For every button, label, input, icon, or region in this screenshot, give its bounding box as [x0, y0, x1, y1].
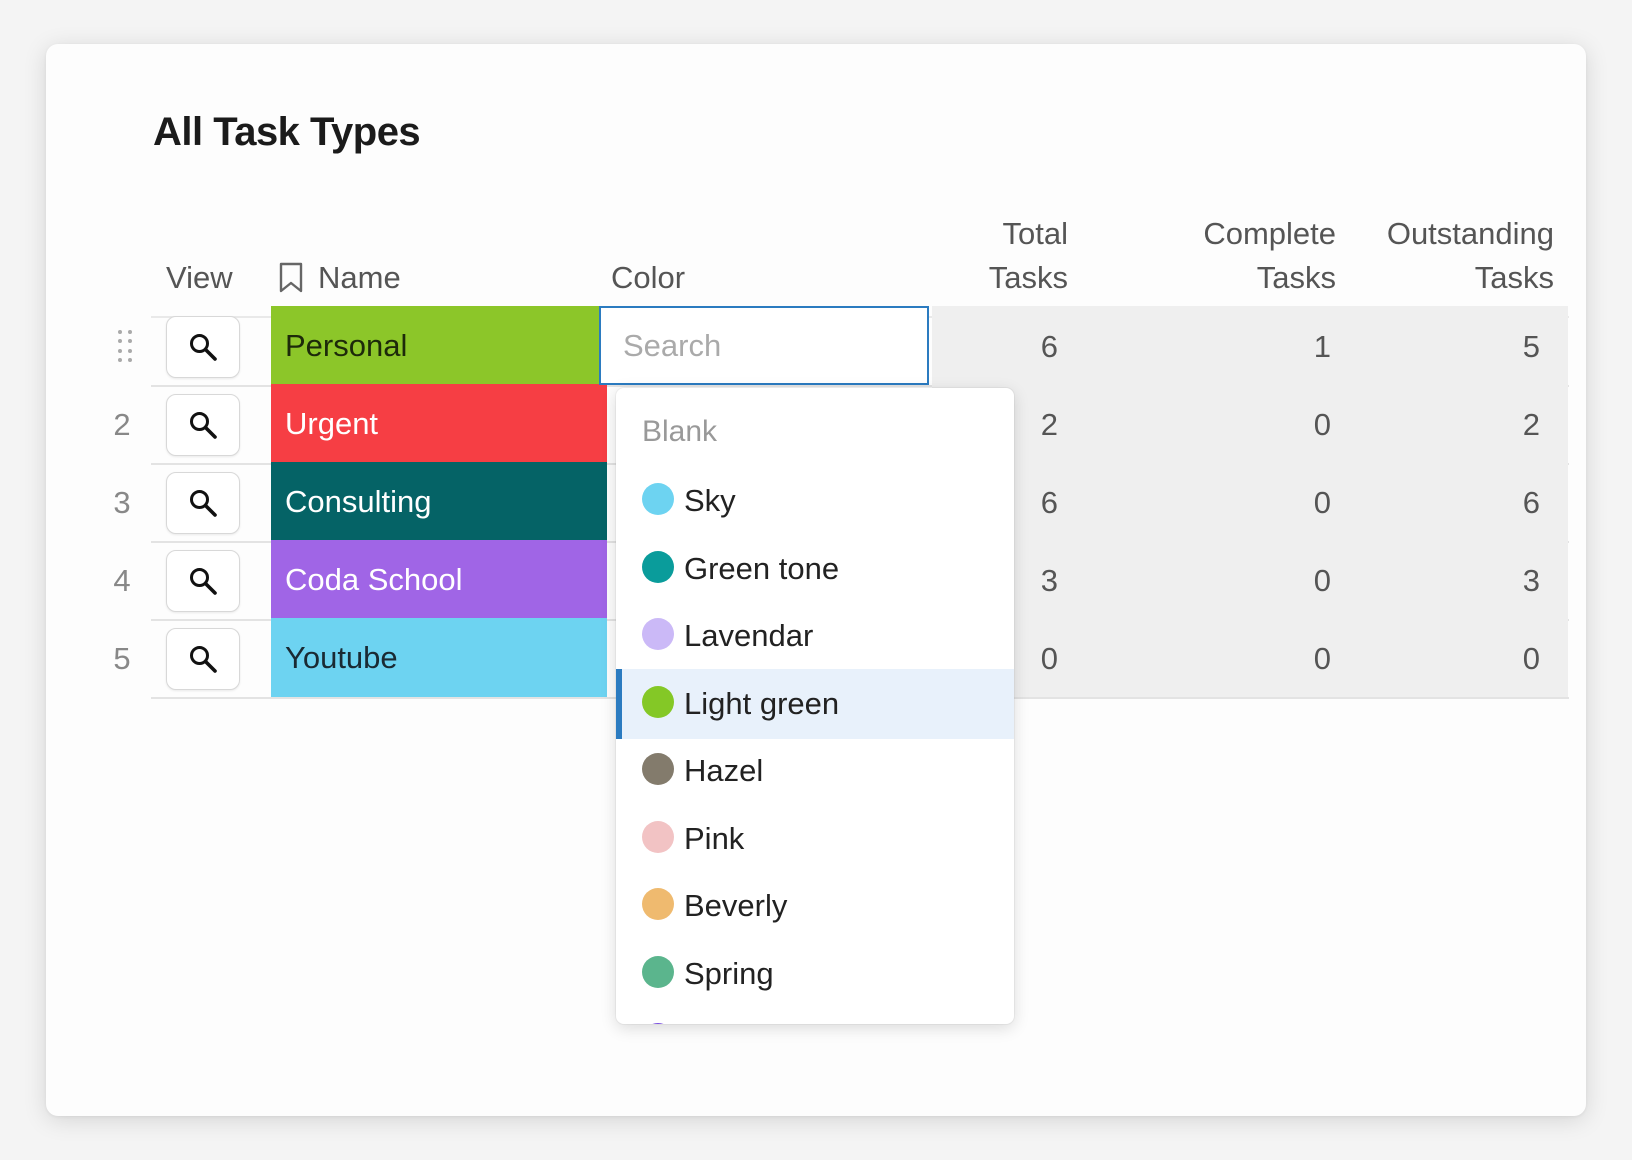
color-option[interactable]: Light green — [616, 668, 1014, 739]
color-option[interactable]: Pink — [616, 804, 1014, 874]
column-header-complete-tasks[interactable]: Complete Tasks — [1136, 212, 1336, 300]
outstanding-tasks-cell[interactable]: 6 — [1336, 462, 1540, 543]
drag-handle-icon[interactable] — [118, 330, 132, 364]
color-option[interactable]: Sky — [616, 466, 1014, 536]
view-button[interactable] — [166, 394, 240, 456]
search-icon — [190, 334, 217, 361]
row-number: 3 — [113, 485, 131, 520]
color-option-label: Green tone — [684, 550, 840, 586]
row-number: 4 — [113, 563, 131, 598]
view-button[interactable] — [166, 628, 240, 690]
complete-tasks-cell[interactable]: 0 — [1136, 384, 1331, 465]
name-cell[interactable]: Urgent — [271, 384, 607, 463]
column-header-name[interactable]: Name — [278, 256, 401, 300]
column-header-color[interactable]: Color — [611, 256, 685, 300]
color-swatch-icon — [642, 550, 674, 583]
name-cell[interactable]: Coda School — [271, 540, 607, 619]
outstanding-tasks-cell[interactable]: 0 — [1336, 618, 1540, 699]
color-option-label: Beverly — [684, 888, 788, 923]
name-cell[interactable]: Consulting — [271, 462, 607, 541]
color-option-blank[interactable]: Blank — [642, 410, 717, 454]
outstanding-tasks-cell[interactable]: 5 — [1336, 306, 1540, 387]
column-header-total-tasks[interactable]: Total Tasks — [986, 212, 1068, 300]
search-icon — [190, 412, 217, 439]
view-button[interactable] — [166, 550, 240, 612]
name-cell[interactable]: Youtube — [271, 618, 607, 697]
search-icon — [190, 646, 217, 673]
color-swatch-icon — [642, 888, 674, 920]
row-number: 5 — [113, 641, 131, 676]
complete-tasks-cell[interactable]: 0 — [1136, 540, 1331, 621]
search-icon — [190, 490, 217, 517]
column-header-outstanding-line1: Outstanding — [1386, 216, 1554, 251]
view-button[interactable] — [166, 316, 240, 378]
column-header-complete-line1: Complete — [1203, 216, 1336, 251]
color-option-label: Pink — [684, 820, 745, 856]
bookmark-icon — [279, 262, 303, 293]
row-number: 2 — [113, 407, 131, 442]
task-types-card: All Task Types View Name Color Total Tas… — [46, 44, 1586, 1116]
column-header-name-label: Name — [318, 260, 401, 295]
color-option[interactable]: Spring — [616, 939, 1014, 1009]
color-swatch-icon — [642, 820, 674, 853]
complete-tasks-cell[interactable]: 0 — [1136, 618, 1331, 699]
color-search-box[interactable] — [599, 306, 929, 385]
search-icon — [190, 568, 217, 595]
color-option-partial[interactable] — [616, 1006, 1014, 1024]
color-swatch-icon — [642, 618, 674, 650]
color-option-label: Sky — [684, 483, 736, 518]
column-header-outstanding-tasks[interactable]: Outstanding Tasks — [1336, 212, 1554, 300]
color-option[interactable]: Lavendar — [616, 601, 1014, 671]
column-header-total-line1: Total — [1002, 216, 1068, 251]
color-option[interactable]: Beverly — [616, 871, 1014, 941]
color-option[interactable]: Hazel — [616, 736, 1014, 806]
color-swatch-icon — [642, 955, 674, 988]
complete-tasks-cell[interactable]: 1 — [1136, 306, 1331, 387]
color-swatch-icon — [642, 685, 674, 718]
color-swatch-icon — [642, 753, 674, 785]
outstanding-tasks-cell[interactable]: 3 — [1336, 540, 1540, 621]
color-option-label: Spring — [684, 955, 774, 991]
outstanding-tasks-cell[interactable]: 2 — [1336, 384, 1540, 465]
color-search-input[interactable] — [601, 308, 927, 383]
column-header-total-line2: Tasks — [988, 260, 1068, 295]
column-header-outstanding-line2: Tasks — [1474, 260, 1554, 295]
color-option-label: Lavendar — [684, 618, 814, 653]
color-swatch-icon — [642, 1023, 674, 1024]
color-option-label: Hazel — [684, 753, 764, 788]
color-option-label: Light green — [684, 685, 840, 721]
column-header-complete-line2: Tasks — [1256, 260, 1336, 295]
name-cell[interactable]: Personal — [271, 306, 607, 385]
complete-tasks-cell[interactable]: 0 — [1136, 462, 1331, 543]
total-tasks-cell[interactable]: 6 — [946, 306, 1058, 387]
color-option[interactable]: Green tone — [616, 534, 1014, 604]
view-button[interactable] — [166, 472, 240, 534]
page-title: All Task Types — [153, 110, 421, 154]
color-dropdown: Blank Sky Green tone Lavendar Light green Ha… — [616, 388, 1014, 1024]
column-header-view[interactable]: View — [166, 256, 233, 300]
color-swatch-icon — [642, 483, 674, 515]
